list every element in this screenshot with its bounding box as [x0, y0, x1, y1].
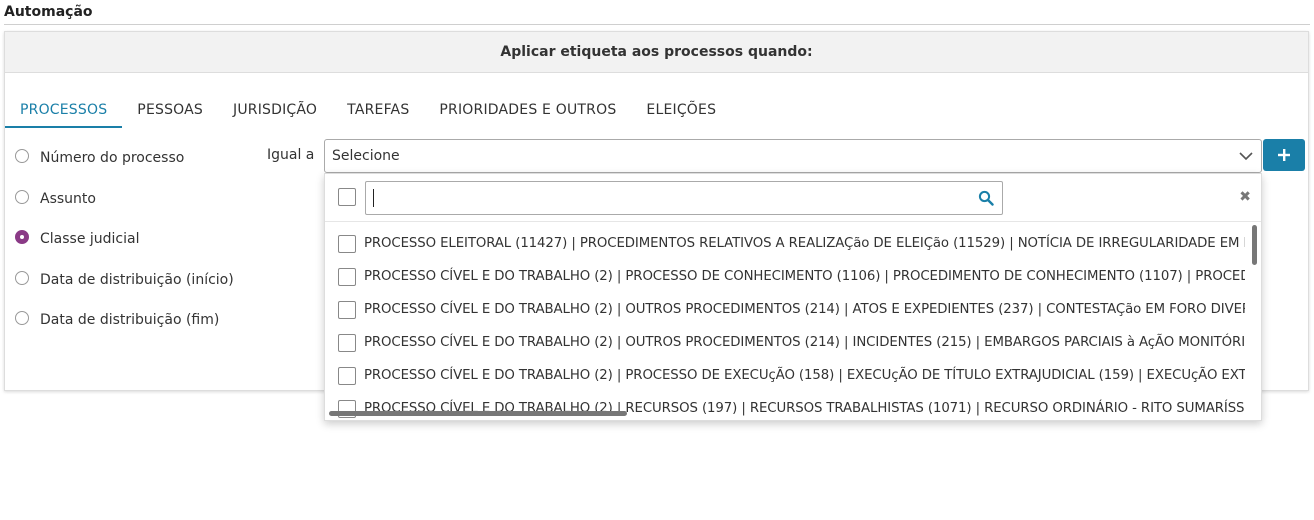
list-item[interactable]: PROCESSO CÍVEL E DO TRABALHO (2) | RECUR…: [325, 392, 1245, 420]
tab-processos[interactable]: PROCESSOS: [5, 100, 123, 128]
option-checkbox[interactable]: [338, 366, 356, 385]
list-item[interactable]: PROCESSO CÍVEL E DO TRABALHO (2) | PROCE…: [325, 260, 1245, 293]
plus-icon: [1278, 149, 1290, 161]
select-dropdown: ✖ PROCESSO ELEITORAL (11427) | PROCEDIME…: [324, 173, 1262, 421]
option-label: PROCESSO ELEITORAL (11427) | PROCEDIMENT…: [364, 236, 1245, 251]
list-item[interactable]: PROCESSO CÍVEL E DO TRABALHO (2) | PROCE…: [325, 359, 1245, 392]
tab-bar: PROCESSOS PESSOAS JURISDIÇÃO TAREFAS PRIORID…: [5, 100, 731, 128]
radio-button[interactable]: [15, 189, 29, 204]
option-label: PROCESSO CÍVEL E DO TRABALHO (2) | PROCE…: [364, 269, 1245, 284]
comparator-label: Igual a: [267, 147, 315, 163]
criteria-option[interactable]: Número do processo: [15, 138, 234, 179]
option-label: PROCESSO CÍVEL E DO TRABALHO (2) | OUTRO…: [364, 302, 1245, 317]
select-all-checkbox[interactable]: [338, 188, 356, 206]
horizontal-scrollbar[interactable]: [329, 411, 627, 416]
list-item[interactable]: PROCESSO CÍVEL E DO TRABALHO (2) | OUTRO…: [325, 293, 1245, 326]
option-checkbox[interactable]: [338, 300, 356, 319]
criteria-option[interactable]: Assunto: [15, 179, 234, 220]
tab-elei-es[interactable]: ELEIÇÕES: [631, 100, 731, 128]
dropdown-toolbar: ✖: [325, 174, 1261, 222]
list-item[interactable]: PROCESSO CÍVEL E DO TRABALHO (2) | OUTRO…: [325, 326, 1245, 359]
tab-tarefas[interactable]: TAREFAS: [332, 100, 424, 128]
chevron-down-icon: [1239, 152, 1253, 161]
search-icon[interactable]: [978, 190, 994, 206]
radio-button[interactable]: [15, 270, 29, 285]
criteria-option[interactable]: Data de distribuição (fim): [15, 300, 234, 341]
tab-prioridades-e-outros[interactable]: PRIORIDADES E OUTROS: [424, 100, 631, 128]
radio-label: Número do processo: [40, 150, 185, 167]
radio-button[interactable]: [15, 230, 29, 245]
section-divider: [4, 24, 1310, 25]
list-item[interactable]: PROCESSO ELEITORAL (11427) | PROCEDIMENT…: [325, 227, 1245, 260]
option-label: PROCESSO CÍVEL E DO TRABALHO (2) | OUTRO…: [364, 335, 1245, 350]
radio-button[interactable]: [15, 311, 29, 326]
option-checkbox[interactable]: [338, 234, 356, 253]
dropdown-search-input[interactable]: [365, 181, 1003, 215]
radio-label: Classe judicial: [40, 231, 140, 248]
close-icon[interactable]: ✖: [1239, 190, 1251, 204]
radio-label: Data de distribuição (fim): [40, 312, 220, 329]
radio-button[interactable]: [15, 149, 29, 164]
radio-label: Assunto: [40, 190, 96, 207]
add-button[interactable]: [1263, 139, 1305, 171]
options-list: PROCESSO ELEITORAL (11427) | PROCEDIMENT…: [325, 227, 1261, 420]
vertical-scrollbar[interactable]: [1252, 225, 1257, 265]
panel-header: Aplicar etiqueta aos processos quando:: [5, 32, 1308, 73]
class-select[interactable]: Selecione: [324, 139, 1262, 173]
select-value: Selecione: [332, 148, 400, 164]
tab-jurisdi-o[interactable]: JURISDIÇÃO: [218, 100, 332, 128]
criteria-option[interactable]: Data de distribuição (início): [15, 260, 234, 301]
section-title: Automação: [4, 4, 93, 20]
tab-pessoas[interactable]: PESSOAS: [122, 100, 218, 128]
option-checkbox[interactable]: [338, 333, 356, 352]
criteria-radio-group: Número do processo Assunto Classe judicial…: [15, 148, 234, 341]
text-cursor: [373, 189, 374, 207]
radio-label: Data de distribuição (início): [40, 271, 234, 288]
option-checkbox[interactable]: [338, 267, 356, 286]
option-label: PROCESSO CÍVEL E DO TRABALHO (2) | PROCE…: [364, 368, 1245, 383]
criteria-option[interactable]: Classe judicial: [15, 219, 234, 260]
